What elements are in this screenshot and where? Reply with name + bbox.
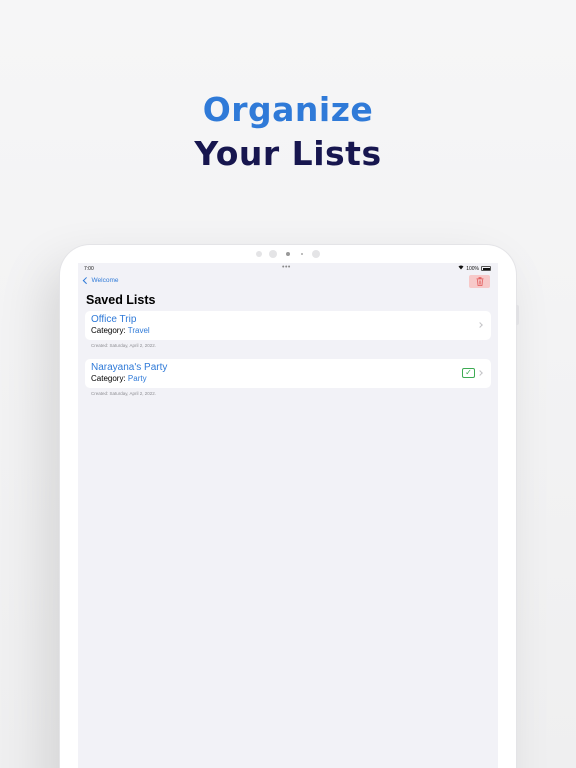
back-button[interactable]: Welcome: [82, 277, 118, 284]
sensor-dot: [256, 251, 262, 257]
promo-headline: Organize Your Lists: [0, 88, 576, 176]
sensor-dot: [312, 250, 320, 258]
camera-lens: [286, 252, 290, 256]
back-label: Welcome: [91, 277, 119, 284]
status-bar: 7:00 ••• 100%: [78, 263, 498, 275]
navigation-bar: Welcome: [78, 275, 498, 291]
page-title: Saved Lists: [86, 293, 156, 307]
sensor-dot: [269, 250, 277, 258]
category-value: Travel: [127, 326, 150, 335]
category-label: Category:: [91, 374, 128, 383]
app-screen: 7:00 ••• 100% Welcome Saved Lists Office…: [78, 263, 498, 768]
wifi-icon: [458, 265, 464, 272]
list-name: Narayana's Party: [91, 362, 168, 373]
list-item-narayanas-party[interactable]: Narayana's Party Category: Party ✓: [85, 359, 491, 388]
sensor-dot: [301, 253, 303, 255]
delete-button[interactable]: [469, 275, 490, 288]
device-side-button: [516, 305, 519, 325]
list-category: Category: Travel: [91, 326, 491, 336]
status-time: 7:00: [84, 266, 94, 272]
category-label: Category:: [91, 326, 128, 335]
created-date: Created: Saturday, April 2, 2022.: [91, 391, 156, 396]
battery-percent: 100%: [466, 265, 479, 272]
list-name: Office Trip: [91, 314, 137, 325]
camera-sensors: [60, 250, 516, 260]
list-category: Category: Party: [91, 374, 491, 384]
promo-line-2: Your Lists: [194, 134, 382, 173]
trash-icon: [476, 277, 483, 286]
tablet-frame: 7:00 ••• 100% Welcome Saved Lists Office…: [60, 245, 519, 768]
multitask-dots[interactable]: •••: [282, 264, 291, 271]
chevron-left-icon: [83, 277, 90, 284]
created-date: Created: Saturday, April 2, 2022.: [91, 343, 156, 348]
checkmark-icon: ✓: [462, 368, 475, 378]
status-right: 100%: [458, 265, 491, 272]
category-value: Party: [127, 374, 147, 383]
list-item-office-trip[interactable]: Office Trip Category: Travel: [85, 311, 491, 340]
promo-line-1: Organize: [202, 90, 374, 129]
battery-icon: [481, 266, 491, 271]
